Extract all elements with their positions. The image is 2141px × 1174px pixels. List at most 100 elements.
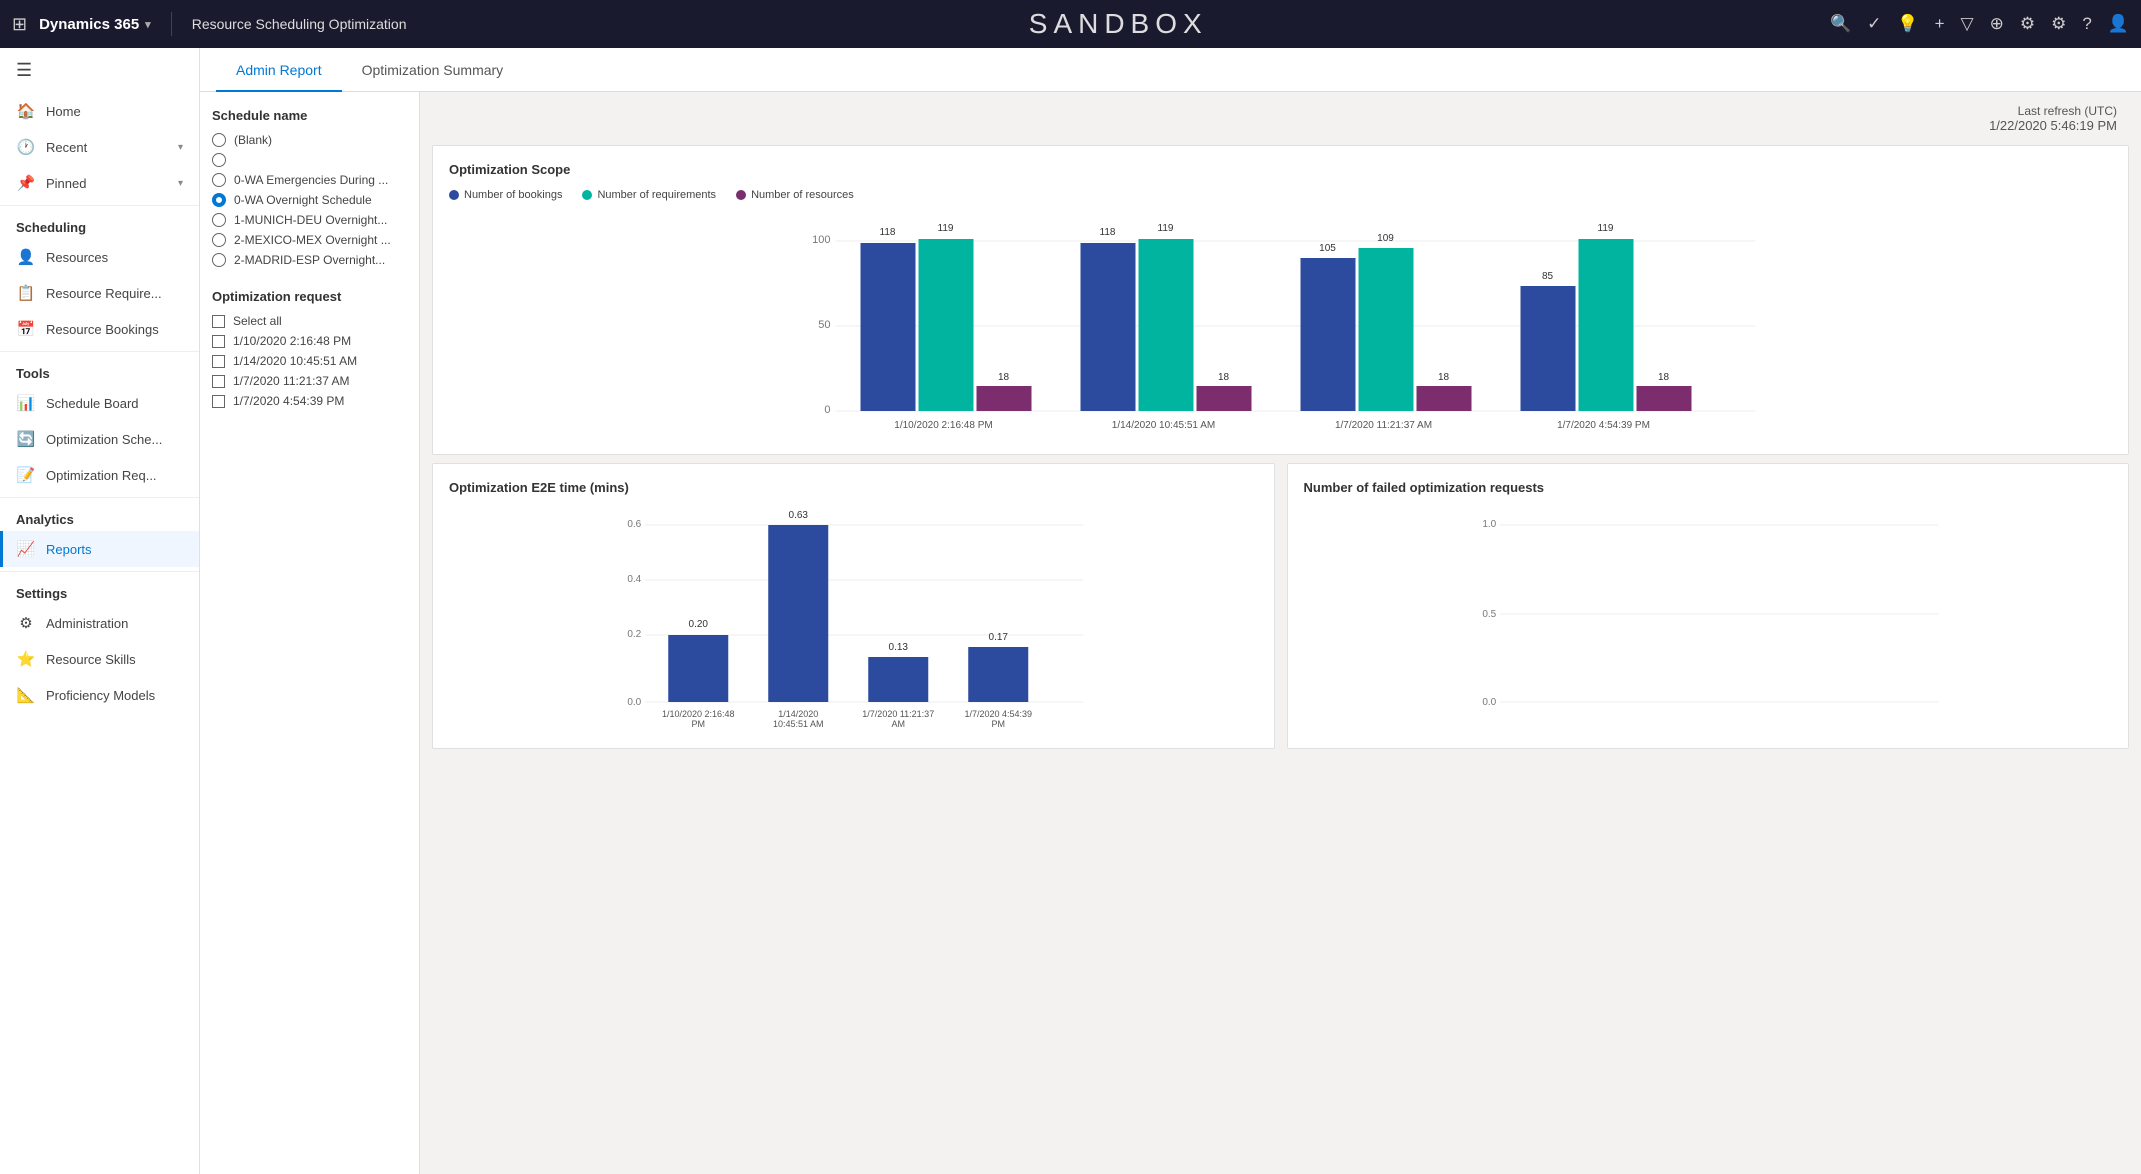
legend-label-resources: Number of resources: [751, 189, 854, 201]
check-icon[interactable]: ✓: [1867, 14, 1881, 34]
failed-requests-title: Number of failed optimization requests: [1304, 480, 2113, 495]
filter-icon[interactable]: ▽: [1961, 14, 1974, 34]
svg-text:0.20: 0.20: [689, 619, 709, 630]
sidebar-label-home: Home: [46, 104, 183, 119]
recent-chevron-icon: ▾: [178, 142, 183, 153]
svg-text:119: 119: [1598, 223, 1614, 234]
filter-label-blank: (Blank): [234, 133, 272, 147]
tools-section-header: Tools: [0, 356, 199, 385]
sidebar-item-recent[interactable]: 🕐 Recent ▾: [0, 129, 199, 165]
brand-button[interactable]: Dynamics 365 ▾: [39, 16, 151, 33]
legend-requirements: Number of requirements: [582, 189, 716, 201]
svg-text:18: 18: [1658, 372, 1670, 383]
sidebar-item-pinned[interactable]: 📌 Pinned ▾: [0, 165, 199, 201]
legend-resources: Number of resources: [736, 189, 854, 201]
sidebar-item-home[interactable]: 🏠 Home: [0, 93, 199, 129]
svg-text:119: 119: [1158, 223, 1174, 234]
pinned-icon: 📌: [16, 174, 36, 192]
report-area: Schedule name (Blank) 0-WA Emergencies D…: [200, 92, 2141, 1174]
recent-icon: 🕐: [16, 138, 36, 156]
radio-mexico: [212, 233, 226, 247]
filter-schedule-madrid[interactable]: 2-MADRID-ESP Overnight...: [212, 253, 407, 267]
topbar-separator: [171, 12, 172, 36]
radio-madrid: [212, 253, 226, 267]
help-icon[interactable]: ?: [2082, 14, 2091, 34]
sidebar-item-resources[interactable]: 👤 Resources: [0, 239, 199, 275]
add-icon[interactable]: +: [1935, 14, 1945, 34]
sidebar-item-administration[interactable]: ⚙ Administration: [0, 605, 199, 641]
legend-label-requirements: Number of requirements: [597, 189, 716, 201]
skills-icon: ⭐: [16, 650, 36, 668]
radio-opt2: [212, 153, 226, 167]
filter-label-req-2: 1/14/2020 10:45:51 AM: [233, 354, 357, 368]
sidebar-item-optimization-schedule[interactable]: 🔄 Optimization Sche...: [0, 421, 199, 457]
filter-req-1[interactable]: 1/10/2020 2:16:48 PM: [212, 334, 407, 348]
last-refresh-title: Last refresh (UTC): [1989, 104, 2117, 118]
tab-optimization-summary[interactable]: Optimization Summary: [342, 48, 524, 92]
failed-requests-chart: 1.0 0.5 0.0: [1304, 507, 2113, 727]
tabs-bar: Admin Report Optimization Summary: [200, 48, 2141, 92]
gear-icon[interactable]: ⚙: [2051, 14, 2066, 34]
proficiency-icon: 📐: [16, 686, 36, 704]
legend-bookings: Number of bookings: [449, 189, 562, 201]
sidebar-item-proficiency-models[interactable]: 📐 Proficiency Models: [0, 677, 199, 713]
sidebar-item-reports[interactable]: 📈 Reports: [0, 531, 199, 567]
filter-schedule-mexico[interactable]: 2-MEXICO-MEX Overnight ...: [212, 233, 407, 247]
sidebar-label-bookings: Resource Bookings: [46, 322, 183, 337]
filter-req-3[interactable]: 1/7/2020 11:21:37 AM: [212, 374, 407, 388]
filter-panel: Schedule name (Blank) 0-WA Emergencies D…: [200, 92, 420, 1174]
svg-text:1/7/2020 4:54:39 PM: 1/7/2020 4:54:39 PM: [1557, 420, 1650, 431]
svg-text:50: 50: [818, 319, 830, 331]
schedule-board-icon: 📊: [16, 394, 36, 412]
svg-text:PM: PM: [992, 719, 1006, 727]
sidebar-label-resources: Resources: [46, 250, 183, 265]
svg-text:0.17: 0.17: [989, 632, 1009, 643]
reports-icon: 📈: [16, 540, 36, 558]
settings-icon[interactable]: ⚙: [2020, 14, 2035, 34]
add-circle-icon[interactable]: ⊕: [1990, 14, 2004, 34]
sidebar-item-resource-bookings[interactable]: 📅 Resource Bookings: [0, 311, 199, 347]
bottom-charts-row: Optimization E2E time (mins) 0.6 0.4 0.2…: [420, 463, 2141, 761]
sidebar-toggle[interactable]: ☰: [0, 48, 199, 93]
lightbulb-icon[interactable]: 💡: [1897, 14, 1918, 34]
brand-chevron-icon: ▾: [145, 18, 151, 31]
svg-text:1/7/2020 11:21:37 AM: 1/7/2020 11:21:37 AM: [1335, 420, 1432, 431]
pinned-chevron-icon: ▾: [178, 178, 183, 189]
svg-text:0.0: 0.0: [1482, 697, 1496, 708]
sidebar-item-resource-skills[interactable]: ⭐ Resource Skills: [0, 641, 199, 677]
filter-schedule-wa-emergency[interactable]: 0-WA Emergencies During ...: [212, 173, 407, 187]
filter-req-select-all[interactable]: Select all: [212, 314, 407, 328]
svg-text:AM: AM: [892, 719, 906, 727]
resources-icon: 👤: [16, 248, 36, 266]
svg-text:105: 105: [1319, 243, 1336, 254]
filter-schedule-blank[interactable]: (Blank): [212, 133, 407, 147]
sidebar-divider-2: [0, 351, 199, 352]
opt-schedule-icon: 🔄: [16, 430, 36, 448]
main-layout: ☰ 🏠 Home 🕐 Recent ▾ 📌 Pinned ▾ Schedulin…: [0, 48, 2141, 1174]
svg-text:1/14/2020: 1/14/2020: [778, 709, 818, 719]
svg-text:119: 119: [938, 223, 954, 234]
filter-schedule-opt2[interactable]: [212, 153, 407, 167]
requirements-icon: 📋: [16, 284, 36, 302]
svg-text:100: 100: [812, 234, 830, 246]
filter-label-req-4: 1/7/2020 4:54:39 PM: [233, 394, 344, 408]
optimization-scope-card: Optimization Scope Number of bookings Nu…: [432, 145, 2129, 455]
filter-schedule-wa-overnight[interactable]: 0-WA Overnight Schedule: [212, 193, 407, 207]
filter-label-munich: 1-MUNICH-DEU Overnight...: [234, 213, 387, 227]
user-icon[interactable]: 👤: [2108, 14, 2129, 34]
apps-grid-icon[interactable]: ⊞: [12, 14, 27, 35]
module-name: Resource Scheduling Optimization: [192, 16, 407, 32]
filter-label-mexico: 2-MEXICO-MEX Overnight ...: [234, 233, 391, 247]
sidebar-item-resource-requirements[interactable]: 📋 Resource Require...: [0, 275, 199, 311]
sidebar-item-schedule-board[interactable]: 📊 Schedule Board: [0, 385, 199, 421]
filter-schedule-munich[interactable]: 1-MUNICH-DEU Overnight...: [212, 213, 407, 227]
svg-text:0.2: 0.2: [627, 629, 641, 640]
tab-admin-report[interactable]: Admin Report: [216, 48, 342, 92]
filter-req-4[interactable]: 1/7/2020 4:54:39 PM: [212, 394, 407, 408]
environment-label: SANDBOX: [418, 8, 1818, 40]
sidebar-item-optimization-request[interactable]: 📝 Optimization Req...: [0, 457, 199, 493]
filter-req-2[interactable]: 1/14/2020 10:45:51 AM: [212, 354, 407, 368]
search-icon[interactable]: 🔍: [1830, 14, 1851, 34]
svg-text:1/14/2020 10:45:51 AM: 1/14/2020 10:45:51 AM: [1112, 420, 1215, 431]
svg-text:18: 18: [1438, 372, 1450, 383]
